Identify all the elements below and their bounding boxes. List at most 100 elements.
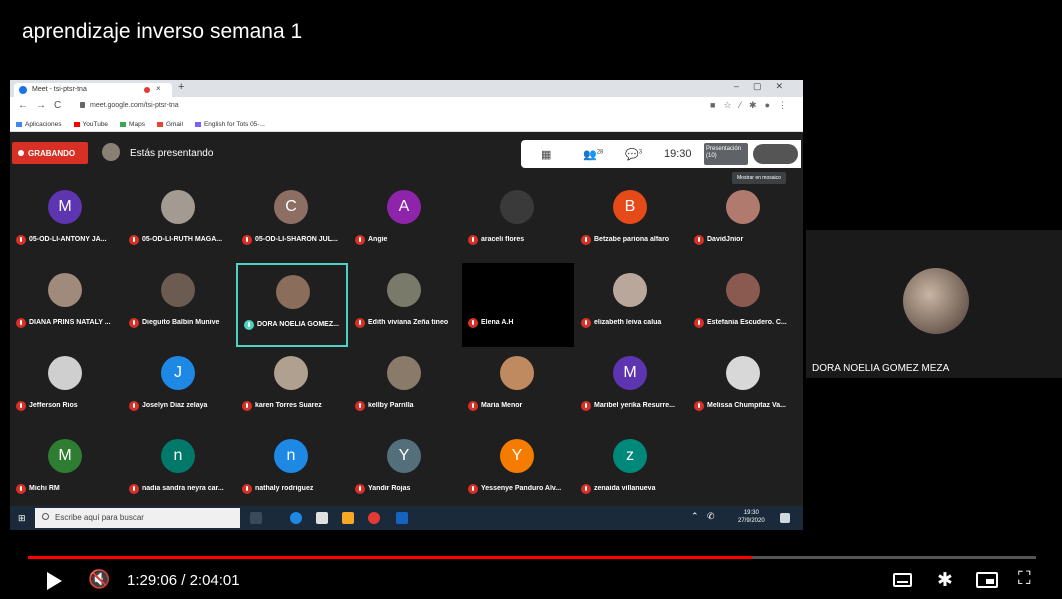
participant-tile[interactable]: Y Yandir Rojas	[349, 429, 461, 513]
new-tab-button[interactable]: +	[178, 81, 184, 93]
participant-tile[interactable]: Estefania Escudero. C...	[688, 263, 800, 347]
progress-bar[interactable]	[28, 556, 1036, 559]
participant-tile[interactable]: kellby Parrilla	[349, 346, 461, 430]
participant-tile[interactable]: M Michi RM	[10, 429, 122, 513]
window-controls[interactable]: –▢✕	[734, 81, 797, 92]
people-icon: 👥	[583, 149, 597, 161]
bookmark-item[interactable]: English for Tots 05-...	[194, 121, 265, 128]
participant-tile[interactable]: karen Torres Suarez	[236, 346, 348, 430]
bookmark-item[interactable]: Maps	[120, 121, 145, 128]
close-tab-icon[interactable]: ×	[156, 84, 161, 93]
exit-fullscreen-button[interactable]: ⛶	[1018, 568, 1031, 589]
notification-icon[interactable]	[780, 513, 790, 523]
subtitles-button[interactable]	[893, 573, 912, 587]
participant-tile[interactable]: Dieguito Balbin Munive	[123, 263, 235, 347]
store-icon[interactable]	[316, 512, 328, 524]
participant-tile[interactable]: araceli flores	[462, 180, 574, 264]
presentation-label: Presentación	[706, 146, 742, 152]
browser-tab[interactable]: Meet - tsi-ptsr-tna ×	[14, 83, 172, 97]
bookmark-item[interactable]: Aplicaciones	[16, 121, 62, 128]
word-icon[interactable]	[396, 512, 408, 524]
participant-tile[interactable]: z zenaida villanueva	[575, 429, 687, 513]
time-total: 2:04:01	[189, 572, 240, 589]
grid-view-icon[interactable]: ▦	[541, 148, 551, 161]
browser-address-bar: ←→C meet.google.com/tsi-ptsr-tna ■☆⁄✱●⋮	[10, 97, 803, 117]
participant-name: kellby Parrilla	[368, 402, 414, 409]
mic-off-icon	[581, 401, 591, 411]
chat-count: 3	[638, 149, 643, 156]
participant-tile[interactable]: C 05-OD-LI-SHARON JUL...	[236, 180, 348, 264]
mic-off-icon	[581, 318, 591, 328]
participant-name: Jefferson Rios	[29, 402, 78, 409]
self-view-thumbnails[interactable]	[753, 144, 798, 164]
url-text: meet.google.com/tsi-ptsr-tna	[90, 102, 179, 109]
chat-button[interactable]: 💬3	[625, 148, 642, 161]
edge-icon[interactable]	[290, 512, 302, 524]
settings-button[interactable]: ✱	[937, 569, 953, 592]
miniplayer-button[interactable]	[976, 572, 998, 588]
participant-tile[interactable]: B Betzabe pariona alfaro	[575, 180, 687, 264]
participant-tile[interactable]: DORA NOELIA GOMEZ...	[236, 263, 348, 347]
bookmark-icon	[194, 121, 201, 127]
mic-off-icon	[468, 318, 478, 328]
mic-off-icon	[129, 401, 139, 411]
presentation-tile[interactable]: Presentación (10)	[704, 143, 748, 165]
presenter-avatar	[102, 143, 120, 161]
mic-off-icon	[16, 484, 26, 494]
mic-off-icon	[16, 401, 26, 411]
time-current: 1:29:06	[127, 572, 178, 589]
chrome-icon[interactable]	[368, 512, 380, 524]
taskbar-search-placeholder: Escribe aquí para buscar	[55, 513, 144, 522]
participant-name: 05-OD-LI-ANTONY JA...	[29, 236, 107, 243]
participant-tile[interactable]: DavidJnior	[688, 180, 800, 264]
participant-avatar: Y	[500, 439, 534, 473]
participant-avatar	[48, 356, 82, 390]
participant-tile[interactable]: DIANA PRINS NATALY ...	[10, 263, 122, 347]
recording-dot-icon	[144, 87, 150, 93]
bookmark-item[interactable]: Gmail	[156, 121, 183, 128]
participant-tile[interactable]: A Angie	[349, 180, 461, 264]
mic-off-icon	[468, 401, 478, 411]
extension-icons[interactable]: ■☆⁄✱●⋮	[710, 100, 795, 111]
video-player[interactable]: aprendizaje inverso semana 1 Meet - tsi-…	[0, 0, 1062, 599]
participant-tile[interactable]: n nadia sandra neyra car...	[123, 429, 235, 513]
participant-tile[interactable]: Melissa Chumpitaz Va...	[688, 346, 800, 430]
url-field[interactable]: meet.google.com/tsi-ptsr-tna	[80, 102, 179, 109]
windows-start-icon[interactable]: ⊞	[18, 513, 26, 524]
file-explorer-icon[interactable]	[342, 512, 354, 524]
participant-tile[interactable]: Y Yessenye Panduro Alv...	[462, 429, 574, 513]
bookmark-item[interactable]: YouTube	[73, 121, 109, 128]
participant-tile[interactable]: Elena A.H	[462, 263, 574, 347]
participant-name: nadia sandra neyra car...	[142, 485, 224, 492]
participant-tile[interactable]: 05-OD-LI-RUTH MAGA...	[123, 180, 235, 264]
mic-off-icon	[355, 401, 365, 411]
navigation-icons[interactable]: ←→C	[18, 100, 69, 111]
bookmarks-bar: Aplicaciones YouTube Maps Gmail English for …	[10, 117, 803, 132]
participant-tile[interactable]: Edith viviana Zeña tineo	[349, 263, 461, 347]
participant-tile[interactable]: Jefferson Rios	[10, 346, 122, 430]
taskbar-clock: 19:30 27/9/2020	[738, 509, 765, 525]
bookmark-label: YouTube	[82, 121, 109, 128]
bookmark-icon	[73, 121, 80, 127]
system-tray[interactable]: ⌃ ✆	[691, 511, 718, 522]
participant-tile[interactable]: M 05-OD-LI-ANTONY JA...	[10, 180, 122, 264]
task-view-icon[interactable]	[250, 512, 262, 524]
participant-tile[interactable]: elizabeth leiva calua	[575, 263, 687, 347]
taskbar-search-input[interactable]: Escribe aquí para buscar	[35, 508, 240, 528]
mute-button[interactable]: 🔇	[88, 569, 110, 590]
participant-avatar: n	[274, 439, 308, 473]
mic-off-icon	[581, 235, 591, 245]
bookmark-label: Maps	[129, 121, 145, 128]
participant-avatar: B	[613, 190, 647, 224]
mic-off-icon	[355, 318, 365, 328]
participant-tile[interactable]: M Maribel yerika Resurre...	[575, 346, 687, 430]
participant-tile[interactable]: J Joselyn Diaz zelaya	[123, 346, 235, 430]
video-title: aprendizaje inverso semana 1	[22, 20, 303, 43]
meet-favicon-icon	[19, 86, 27, 94]
participant-tile[interactable]: n nathaly rodriguez	[236, 429, 348, 513]
people-button[interactable]: 👥28	[583, 148, 603, 161]
participant-tile[interactable]: Maria Menor	[462, 346, 574, 430]
webcam-name: DORA NOELIA GOMEZ MEZA	[812, 363, 950, 374]
participant-avatar: n	[161, 439, 195, 473]
play-button[interactable]	[47, 572, 62, 590]
